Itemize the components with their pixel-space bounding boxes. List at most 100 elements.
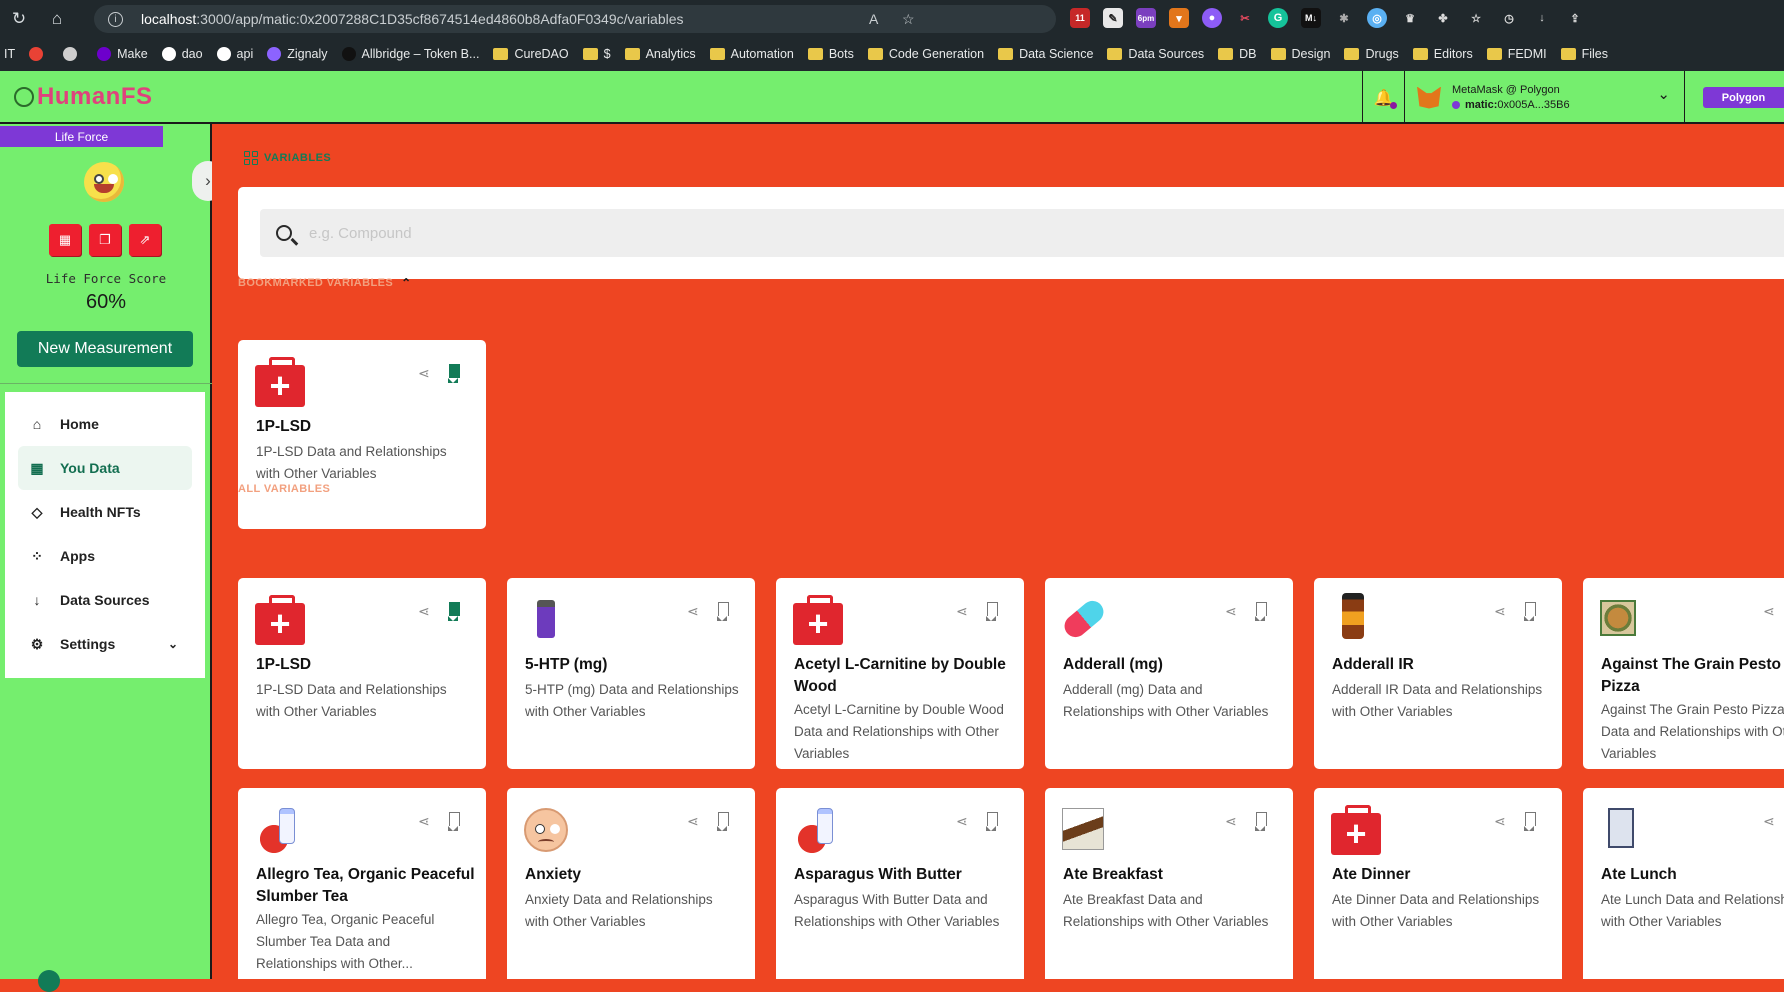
calendar-extension-icon[interactable]: 11 <box>1070 8 1090 28</box>
share-icon[interactable]: ⋖ <box>1225 603 1237 620</box>
variable-card[interactable]: ⋖ Allegro Tea, Organic Peaceful Slumber T… <box>238 788 486 979</box>
crown-extension-icon[interactable]: ♛ <box>1400 8 1420 28</box>
metamask-extension-icon[interactable]: ▾ <box>1169 8 1189 28</box>
bookmark-item[interactable]: dao <box>161 47 203 61</box>
variable-card[interactable]: ⋖ Asparagus With Butter Asparagus With But… <box>776 788 1024 979</box>
share-icon[interactable]: ⋖ <box>687 603 699 620</box>
humanfs-logo[interactable]: HumanFS <box>14 83 153 111</box>
copy-button[interactable]: ❐ <box>89 224 121 256</box>
home-icon[interactable]: ⌂ <box>46 8 68 30</box>
bookmark-icon[interactable] <box>1524 812 1536 831</box>
variable-card[interactable]: ⋖ Acetyl L-Carnitine by Double Wood Acetyl… <box>776 578 1024 769</box>
search-box[interactable] <box>260 209 1784 257</box>
puzzle-icon[interactable]: ✤ <box>1433 8 1453 28</box>
circle-extension-icon[interactable]: ◎ <box>1367 8 1387 28</box>
bookmark-item[interactable]: Allbridge – Token B... <box>341 47 479 61</box>
sidebar-item-you-data[interactable]: ▦ You Data <box>18 446 192 490</box>
new-measurement-button[interactable]: New Measurement <box>17 331 193 367</box>
share-icon[interactable]: ⋖ <box>1763 813 1775 830</box>
bookmark-icon[interactable] <box>1524 602 1536 621</box>
open-external-button[interactable]: ⇗ <box>129 224 161 256</box>
sidebar-item-health-nfts[interactable]: ◇ Health NFTs <box>18 490 192 534</box>
qr-code-button[interactable]: ▦ <box>49 224 81 256</box>
favorites-icon[interactable]: ☆ <box>1466 8 1486 28</box>
share-icon[interactable]: ⋖ <box>687 813 699 830</box>
bookmark-item[interactable]: DB <box>1218 47 1257 61</box>
bookmark-item[interactable]: Make <box>97 47 148 61</box>
share-icon[interactable]: ⋖ <box>418 365 430 382</box>
variable-card[interactable]: ⋖ Ate Breakfast Ate Breakfast Data and Rel… <box>1045 788 1293 979</box>
share-icon[interactable]: ⋖ <box>1225 813 1237 830</box>
variable-card[interactable]: ⋖ Against The Grain Pesto Pizza Against Th… <box>1583 578 1784 769</box>
network-button[interactable]: Polygon <box>1703 87 1784 108</box>
bookmark-item[interactable]: IT <box>4 47 15 61</box>
sidebar-item-data-sources[interactable]: ↓ Data Sources <box>18 578 192 622</box>
sidebar-item-home[interactable]: ⌂ Home <box>18 402 192 446</box>
ghost-extension-icon[interactable]: ● <box>1202 8 1222 28</box>
reload-icon[interactable]: ↻ <box>8 8 30 30</box>
bookmark-icon[interactable] <box>1255 812 1267 831</box>
share-icon[interactable]: ⋖ <box>418 603 430 620</box>
scissor-extension-icon[interactable]: ✂ <box>1235 8 1255 28</box>
variable-card[interactable]: ⋖ Adderall (mg) Adderall (mg) Data and Rel… <box>1045 578 1293 769</box>
bookmark-item[interactable]: Editors <box>1412 47 1473 61</box>
variable-card[interactable]: ⋖ Ate Dinner Ate Dinner Data and Relations… <box>1314 788 1562 979</box>
avatar[interactable] <box>38 970 60 992</box>
bookmark-icon[interactable] <box>986 602 998 621</box>
variable-card[interactable]: ⋖ Ate Lunch Ate Lunch Data and Relationshi… <box>1583 788 1784 979</box>
address-bar[interactable]: i localhost:3000/app/matic:0x2007288C1D3… <box>94 5 1056 33</box>
bookmark-item[interactable]: Drugs <box>1344 47 1399 61</box>
wallet-selector[interactable]: MetaMask @ Polygon matic:0x005A...35B6 ⌄ <box>1405 71 1685 124</box>
bookmark-item[interactable]: Analytics <box>624 47 696 61</box>
share-icon[interactable]: ⇪ <box>1565 8 1585 28</box>
bookmark-item[interactable]: Files <box>1560 47 1608 61</box>
history-icon[interactable]: ◷ <box>1499 8 1519 28</box>
sidebar-item-apps[interactable]: ⁘ Apps <box>18 534 192 578</box>
bookmark-item[interactable]: Design <box>1270 47 1330 61</box>
share-icon[interactable]: ⋖ <box>418 813 430 830</box>
bookmark-item[interactable]: $ <box>582 47 611 61</box>
share-icon[interactable]: ⋖ <box>1494 603 1506 620</box>
bookmark-item[interactable]: CureDAO <box>493 47 569 61</box>
bookmark-item[interactable]: FEDMI <box>1486 47 1547 61</box>
bookmark-item[interactable]: api <box>216 47 253 61</box>
bookmark-item[interactable] <box>29 47 49 61</box>
bookmark-item[interactable]: Code Generation <box>867 47 984 61</box>
bookmark-icon[interactable] <box>717 812 729 831</box>
share-icon[interactable]: ⋖ <box>956 813 968 830</box>
add-favorite-icon[interactable]: ☆ <box>902 11 915 28</box>
notes-extension-icon[interactable]: ✎ <box>1103 8 1123 28</box>
read-aloud-icon[interactable]: A <box>869 11 878 27</box>
bookmark-icon[interactable] <box>448 812 460 831</box>
share-icon[interactable]: ⋖ <box>1763 603 1775 620</box>
bookmark-icon[interactable] <box>448 364 460 383</box>
bookmark-item[interactable]: Bots <box>807 47 854 61</box>
sidebar-item-settings[interactable]: ⚙ Settings ⌄ <box>18 622 192 666</box>
variable-card[interactable]: ⋖ 5-HTP (mg) 5-HTP (mg) Data and Relations… <box>507 578 755 769</box>
markdown-extension-icon[interactable]: M↓ <box>1301 8 1321 28</box>
notifications-button[interactable]: 🔔 <box>1362 71 1405 124</box>
share-icon[interactable]: ⋖ <box>1494 813 1506 830</box>
bookmark-item[interactable]: Data Science <box>998 47 1093 61</box>
bookmark-icon[interactable] <box>448 602 460 621</box>
variable-card[interactable]: ⋖ 1P-LSD 1P-LSD Data and Relationships wit… <box>238 340 486 529</box>
download-icon[interactable]: ↓ <box>1532 8 1552 28</box>
bookmark-item[interactable] <box>63 47 83 61</box>
variable-card[interactable]: ⋖ Anxiety Anxiety Data and Relationships w… <box>507 788 755 979</box>
bookmark-icon[interactable] <box>717 602 729 621</box>
breadcrumb-variables[interactable]: VARIABLES <box>264 152 331 164</box>
bookmark-item[interactable]: Automation <box>709 47 794 61</box>
variable-card[interactable]: ⋖ 1P-LSD 1P-LSD Data and Relationships wit… <box>238 578 486 769</box>
time-extension-icon[interactable]: 6pm <box>1136 8 1156 28</box>
bookmark-icon[interactable] <box>1255 602 1267 621</box>
bug-extension-icon[interactable]: ✱ <box>1334 8 1354 28</box>
bookmarked-section-header[interactable]: BOOKMARKED VARIABLES ⌃ <box>238 276 412 290</box>
bookmark-icon[interactable] <box>986 812 998 831</box>
variable-card[interactable]: ⋖ Adderall IR Adderall IR Data and Relatio… <box>1314 578 1562 769</box>
grammarly-extension-icon[interactable]: G <box>1268 8 1288 28</box>
bookmark-item[interactable]: Data Sources <box>1107 47 1204 61</box>
share-icon[interactable]: ⋖ <box>956 603 968 620</box>
site-info-icon[interactable]: i <box>108 11 123 27</box>
bookmark-item[interactable]: Zignaly <box>267 47 328 61</box>
search-input[interactable] <box>309 224 1209 242</box>
